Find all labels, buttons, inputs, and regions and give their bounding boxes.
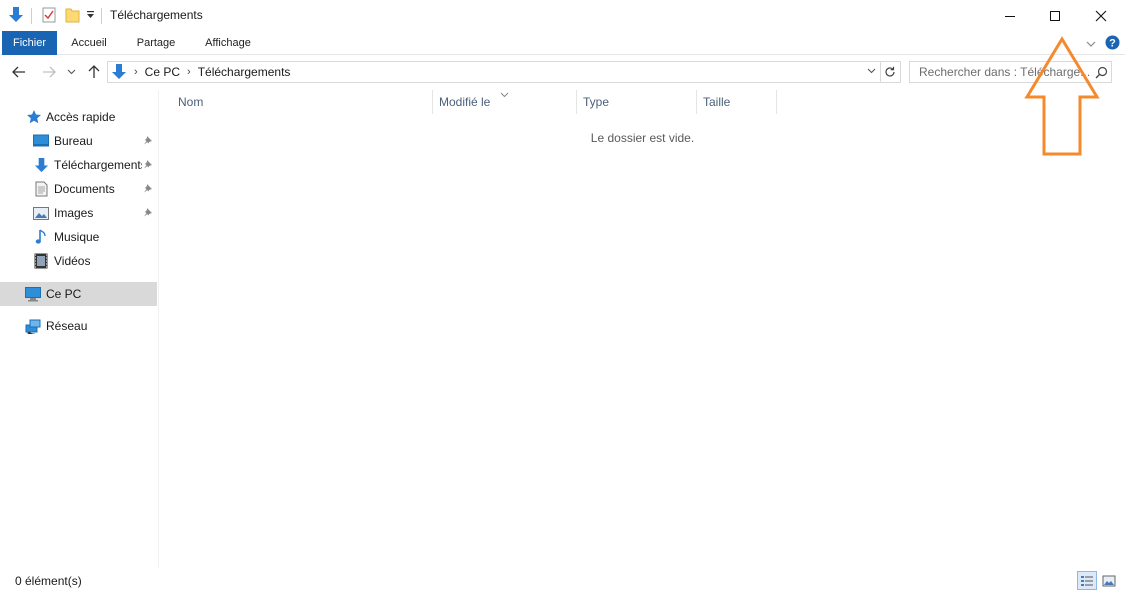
column-header-type[interactable]: Type bbox=[577, 90, 697, 114]
tab-view[interactable]: Affichage bbox=[196, 31, 260, 55]
sidebar-item-images[interactable]: Images bbox=[0, 201, 157, 225]
network-icon bbox=[25, 318, 41, 334]
status-bar: 0 élément(s) bbox=[0, 568, 1125, 593]
close-button[interactable] bbox=[1078, 0, 1124, 31]
navigation-pane: Accès rapide Bureau Téléchargements Docu… bbox=[0, 90, 159, 568]
column-header-name[interactable]: Nom bbox=[172, 90, 433, 114]
sidebar-item-desktop[interactable]: Bureau bbox=[0, 129, 157, 153]
sidebar-item-downloads[interactable]: Téléchargements bbox=[0, 153, 157, 177]
up-button[interactable] bbox=[84, 62, 104, 82]
computer-icon bbox=[25, 286, 41, 302]
sidebar-item-music[interactable]: Musique bbox=[0, 225, 157, 249]
recent-locations-button[interactable] bbox=[63, 62, 79, 82]
sidebar-item-this-pc[interactable]: Ce PC bbox=[0, 282, 157, 306]
music-icon bbox=[33, 229, 49, 245]
desktop-icon bbox=[33, 133, 49, 149]
new-folder-icon[interactable] bbox=[64, 7, 80, 23]
videos-icon bbox=[33, 253, 49, 269]
tab-share[interactable]: Partage bbox=[127, 31, 185, 55]
pin-icon[interactable] bbox=[143, 182, 153, 196]
breadcrumb-separator-icon[interactable]: › bbox=[134, 66, 138, 78]
ribbon-tabs: Fichier Accueil Partage Affichage ? bbox=[0, 31, 1125, 55]
pin-icon[interactable] bbox=[143, 206, 153, 220]
sidebar-item-label: Images bbox=[54, 206, 94, 220]
sidebar-item-network[interactable]: Réseau bbox=[0, 314, 157, 338]
downloads-icon[interactable] bbox=[7, 6, 25, 24]
tab-home[interactable]: Accueil bbox=[62, 31, 116, 55]
details-view-button[interactable] bbox=[1077, 571, 1097, 590]
pin-icon[interactable] bbox=[143, 158, 153, 172]
sidebar-item-label: Musique bbox=[54, 230, 100, 244]
sidebar-item-documents[interactable]: Documents bbox=[0, 177, 157, 201]
back-button[interactable] bbox=[9, 62, 29, 82]
sort-caret-icon bbox=[500, 87, 509, 101]
downloads-icon bbox=[111, 63, 127, 81]
column-header-size[interactable]: Taille bbox=[697, 90, 777, 114]
sidebar-item-label: Téléchargements bbox=[54, 158, 142, 172]
breadcrumb-separator-icon[interactable]: › bbox=[187, 66, 191, 78]
sidebar-item-label: Ce PC bbox=[46, 287, 82, 301]
address-bar[interactable]: › Ce PC › Téléchargements bbox=[107, 61, 881, 83]
window-title: Téléchargements bbox=[110, 8, 203, 22]
svg-text:?: ? bbox=[1109, 38, 1116, 50]
sidebar-item-label: Bureau bbox=[54, 134, 93, 148]
maximize-button[interactable] bbox=[1032, 0, 1078, 31]
empty-folder-message: Le dossier est vide. bbox=[590, 131, 695, 145]
breadcrumb-this-pc[interactable]: Ce PC bbox=[145, 65, 180, 79]
breadcrumb-downloads[interactable]: Téléchargements bbox=[198, 65, 291, 79]
images-icon bbox=[33, 205, 49, 221]
large-icons-view-button[interactable] bbox=[1099, 571, 1119, 590]
minimize-button[interactable] bbox=[987, 0, 1033, 31]
title-bar: Téléchargements bbox=[0, 0, 1125, 31]
pin-icon[interactable] bbox=[143, 134, 153, 148]
sidebar-item-videos[interactable]: Vidéos bbox=[0, 249, 157, 273]
sidebar-item-label: Documents bbox=[54, 182, 115, 196]
downloads-icon bbox=[33, 157, 49, 173]
address-dropdown-icon[interactable] bbox=[867, 68, 876, 74]
help-icon[interactable]: ? bbox=[1105, 35, 1120, 53]
file-list[interactable]: Nom Modifié le Type Taille Le dossier es… bbox=[160, 90, 1125, 568]
star-icon bbox=[26, 109, 42, 125]
sidebar-item-label: Accès rapide bbox=[46, 110, 116, 124]
item-count: 0 élément(s) bbox=[15, 574, 82, 588]
documents-icon bbox=[33, 181, 49, 197]
sidebar-item-quick-access[interactable]: Accès rapide bbox=[0, 105, 157, 129]
address-row: › Ce PC › Téléchargements bbox=[0, 58, 1125, 86]
forward-button[interactable] bbox=[39, 62, 59, 82]
annotation-arrow-icon bbox=[1024, 36, 1100, 156]
customize-toolbar-icon[interactable] bbox=[85, 9, 95, 21]
sidebar-item-label: Réseau bbox=[46, 319, 88, 333]
refresh-button[interactable] bbox=[880, 61, 901, 83]
properties-icon[interactable] bbox=[41, 7, 57, 23]
sidebar-item-label: Vidéos bbox=[54, 254, 91, 268]
tab-file[interactable]: Fichier bbox=[2, 31, 57, 55]
